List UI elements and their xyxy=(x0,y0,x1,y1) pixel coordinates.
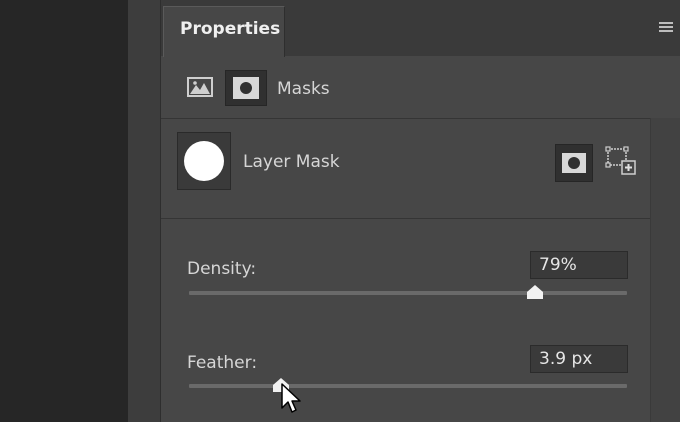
mask-type-row: Masks xyxy=(161,56,680,119)
density-field[interactable] xyxy=(530,251,628,279)
select-mask-icon[interactable] xyxy=(605,144,637,176)
pixel-mask-icon[interactable] xyxy=(187,77,213,97)
density-input[interactable] xyxy=(531,252,627,278)
feather-slider[interactable] xyxy=(189,377,627,397)
feather-input[interactable] xyxy=(531,346,627,372)
density-slider-track xyxy=(189,291,627,295)
layer-mask-label: Layer Mask xyxy=(243,152,340,172)
apply-mask-icon xyxy=(562,153,586,173)
layer-mask-thumbnail[interactable] xyxy=(177,132,231,190)
hamburger-menu-icon[interactable] xyxy=(659,22,673,34)
apply-mask-button[interactable] xyxy=(555,144,593,182)
document-canvas xyxy=(0,0,128,422)
tab-properties-label: Properties xyxy=(180,19,281,39)
feather-label: Feather: xyxy=(187,353,258,373)
density-slider[interactable] xyxy=(189,284,627,304)
properties-panel: Properties Masks Layer Mask Density: 79%… xyxy=(160,0,680,422)
panel-scrollbar[interactable] xyxy=(650,118,680,422)
vector-mask-icon xyxy=(233,77,259,99)
tab-properties[interactable]: Properties xyxy=(163,6,285,57)
canvas-gutter xyxy=(128,0,160,422)
vector-mask-button[interactable] xyxy=(225,70,267,106)
density-label: Density: xyxy=(187,259,257,279)
mouse-pointer-icon xyxy=(280,382,302,416)
feather-slider-track xyxy=(189,384,627,388)
feather-field[interactable] xyxy=(530,345,628,373)
masks-label: Masks xyxy=(277,79,330,99)
panel-tab-bar: Properties xyxy=(161,0,680,57)
density-slider-handle[interactable] xyxy=(526,284,544,300)
layer-mask-row: Layer Mask xyxy=(161,118,651,219)
